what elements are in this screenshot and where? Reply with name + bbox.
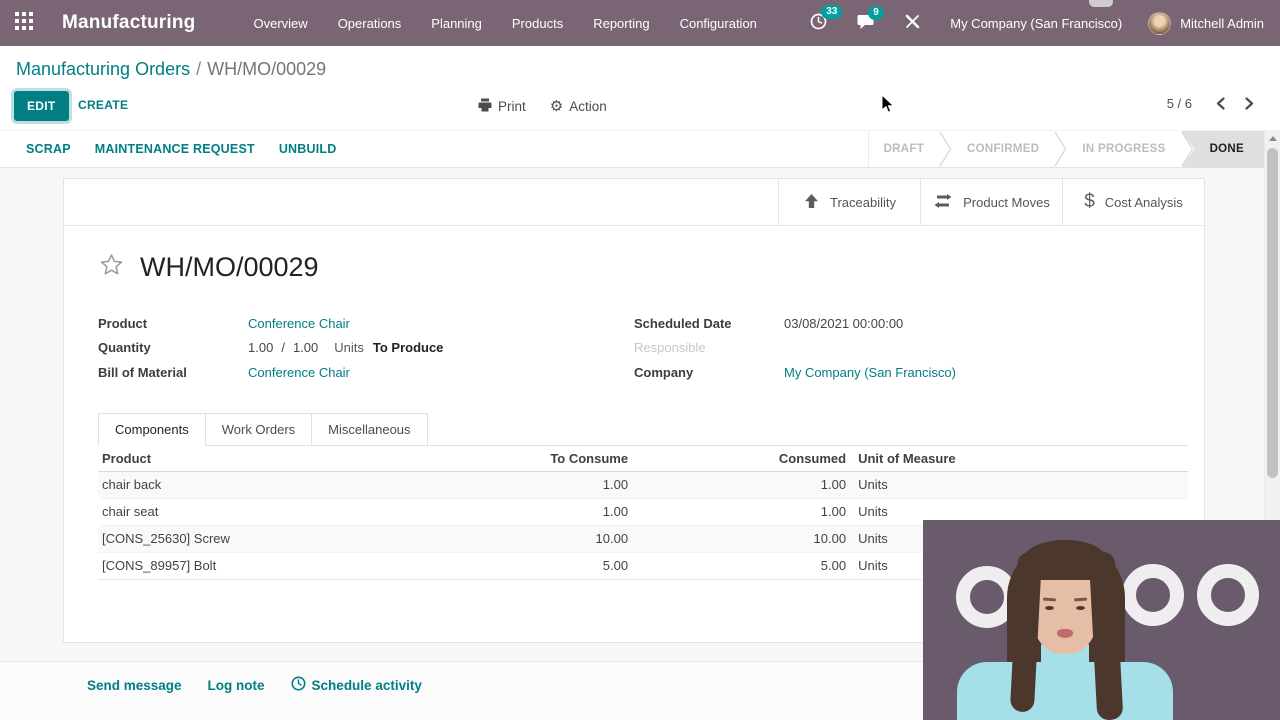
column-header-product: Product	[98, 445, 447, 472]
column-header-uom: Unit of Measure	[850, 445, 1188, 472]
menu-configuration[interactable]: Configuration	[680, 16, 757, 31]
maintenance-request-button[interactable]: MAINTENANCE REQUEST	[95, 142, 255, 156]
log-note-button[interactable]: Log note	[208, 678, 265, 693]
top-navbar: Manufacturing Overview Operations Planni…	[0, 0, 1280, 46]
bom-link[interactable]: Conference Chair	[248, 365, 350, 380]
product-link[interactable]: Conference Chair	[248, 316, 350, 331]
status-confirmed[interactable]: CONFIRMED	[952, 131, 1054, 167]
column-header-consumed: Consumed	[632, 445, 851, 472]
product-moves-button[interactable]: Product Moves	[920, 179, 1062, 225]
user-avatar[interactable]	[1148, 11, 1172, 35]
cost-analysis-button[interactable]: $ Cost Analysis	[1062, 179, 1204, 225]
video-overlay[interactable]	[923, 520, 1280, 720]
breadcrumb-current: WH/MO/00029	[207, 59, 327, 79]
scheduled-date-value: 03/08/2021 00:00:00	[784, 315, 904, 331]
company-link[interactable]: My Company (San Francisco)	[784, 365, 956, 380]
scheduled-date-label: Scheduled Date	[634, 315, 732, 331]
menu-overview[interactable]: Overview	[254, 16, 308, 31]
send-message-button[interactable]: Send message	[87, 678, 182, 693]
column-header-to-consume: To Consume	[446, 445, 633, 472]
app-name[interactable]: Manufacturing	[62, 12, 196, 34]
systray: 33 9 My Company (San Francisco) Mitchell…	[810, 5, 1280, 35]
gear-icon: ⚙	[549, 98, 564, 115]
tab-work-orders[interactable]: Work Orders	[204, 412, 313, 446]
bom-label: Bill of Material	[98, 364, 187, 380]
exchange-icon	[933, 193, 953, 211]
message-count-badge: 9	[868, 5, 884, 20]
dollar-icon: $	[1084, 191, 1095, 212]
chevron-separator-icon	[1054, 131, 1067, 167]
arrow-up-icon	[803, 193, 820, 212]
action-button[interactable]: ⚙ Action	[550, 99, 607, 114]
menu-operations[interactable]: Operations	[338, 16, 402, 31]
notebook-tabs: Components Work Orders Miscellaneous	[98, 412, 1188, 446]
scrap-button[interactable]: SCRAP	[26, 142, 71, 156]
table-row[interactable]: chair back 1.00 1.00 Units	[98, 471, 1188, 498]
status-done[interactable]: DONE	[1181, 131, 1264, 167]
printer-icon	[478, 98, 492, 115]
presenter-shirt	[957, 662, 1173, 720]
pager-value[interactable]: 5 / 6	[1167, 96, 1192, 111]
menu-products[interactable]: Products	[512, 16, 563, 31]
field-group-right: Scheduled Date 03/08/2021 00:00:00 Respo…	[634, 311, 956, 385]
tooltip-remnant	[1089, 0, 1113, 7]
product-label: Product	[98, 315, 148, 331]
menu-planning[interactable]: Planning	[431, 16, 482, 31]
status-in-progress[interactable]: IN PROGRESS	[1067, 131, 1180, 167]
odoo-logo-ring	[1122, 564, 1184, 626]
responsible-label: Responsible	[634, 340, 706, 356]
company-label: Company	[634, 364, 694, 380]
action-bar: SCRAP MAINTENANCE REQUEST UNBUILD DRAFT …	[0, 130, 1280, 168]
pager-next-icon[interactable]	[1245, 97, 1254, 110]
tools-cross-icon	[905, 14, 920, 32]
menu-reporting[interactable]: Reporting	[593, 16, 649, 31]
quantity-label: Quantity	[98, 340, 151, 356]
apps-grid-icon	[15, 11, 33, 35]
tab-miscellaneous[interactable]: Miscellaneous	[311, 412, 428, 446]
clock-outline-icon	[291, 676, 306, 694]
breadcrumb-separator: /	[196, 59, 202, 79]
activity-count-badge: 33	[821, 5, 843, 19]
quantity-value: 1.00/1.00 Units To Produce	[248, 340, 444, 356]
breadcrumb: Manufacturing Orders / WH/MO/00029	[16, 59, 326, 80]
tools-button[interactable]	[905, 14, 920, 32]
field-group-left: Product Conference Chair Quantity 1.00/1…	[98, 311, 634, 385]
statusbar: DRAFT CONFIRMED IN PROGRESS DONE	[867, 131, 1264, 167]
status-draft[interactable]: DRAFT	[869, 131, 939, 167]
traceability-button[interactable]: Traceability	[778, 179, 920, 225]
activities-button[interactable]: 33	[810, 5, 843, 33]
chevron-separator-icon	[939, 131, 952, 167]
schedule-activity-button[interactable]: Schedule activity	[291, 676, 422, 694]
favorite-star-icon[interactable]	[98, 252, 125, 283]
unbuild-button[interactable]: UNBUILD	[279, 142, 337, 156]
user-menu[interactable]: Mitchell Admin	[1180, 16, 1264, 31]
messages-button[interactable]: 9	[857, 5, 884, 33]
app-menu: Overview Operations Planning Products Re…	[254, 16, 757, 31]
smart-button-box: Traceability Product Moves $ Cost Analys…	[64, 179, 1204, 226]
apps-menu-button[interactable]	[0, 0, 48, 46]
odoo-logo-ring	[1197, 564, 1259, 626]
pager: 5 / 6	[1167, 96, 1254, 111]
breadcrumb-parent[interactable]: Manufacturing Orders	[16, 59, 190, 79]
company-switcher[interactable]: My Company (San Francisco)	[950, 16, 1122, 31]
print-button[interactable]: Print	[478, 98, 526, 115]
record-title: WH/MO/00029	[140, 252, 319, 282]
tab-components[interactable]: Components	[98, 412, 206, 446]
scrollbar-thumb[interactable]	[1267, 148, 1278, 478]
create-button[interactable]: CREATE	[78, 98, 128, 112]
pager-previous-icon[interactable]	[1216, 97, 1225, 110]
scrollbar-up-icon[interactable]	[1265, 131, 1280, 145]
edit-button[interactable]: EDIT	[14, 91, 69, 121]
control-panel: Manufacturing Orders / WH/MO/00029 EDIT CR…	[0, 46, 1280, 130]
